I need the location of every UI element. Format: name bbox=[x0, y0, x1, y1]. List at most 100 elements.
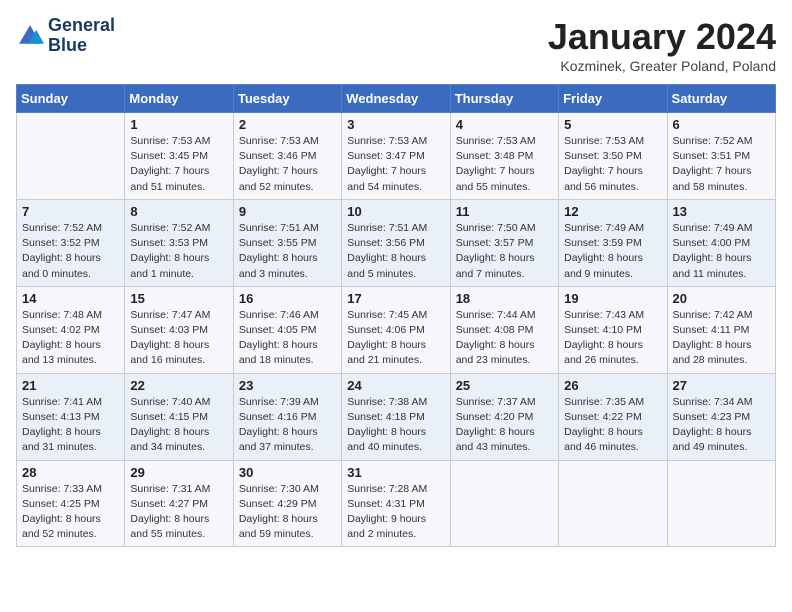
calendar-cell: 3Sunrise: 7:53 AM Sunset: 3:47 PM Daylig… bbox=[342, 113, 450, 200]
calendar-cell: 17 Sunrise: 7:45 AM Sunset: 4:06 PM Dayli… bbox=[342, 286, 450, 373]
day-number: 4 bbox=[456, 117, 553, 132]
day-number: 21 bbox=[22, 378, 119, 393]
day-info: Sunrise: 7:50 AM Sunset: 3:57 PM Dayligh… bbox=[456, 221, 553, 282]
day-number: 22 bbox=[130, 378, 227, 393]
day-info: Sunrise: 7:53 AM Sunset: 3:48 PM Dayligh… bbox=[456, 134, 553, 195]
calendar-cell: 29Sunrise: 7:31 AM Sunset: 4:27 PM Dayli… bbox=[125, 460, 233, 547]
day-info: Sunrise: 7:31 AM Sunset: 4:27 PM Dayligh… bbox=[130, 482, 227, 543]
column-header-friday: Friday bbox=[559, 85, 667, 113]
day-info: Sunrise: 7:52 AM Sunset: 3:53 PM Dayligh… bbox=[130, 221, 227, 282]
calendar-cell: 19Sunrise: 7:43 AM Sunset: 4:10 PM Dayli… bbox=[559, 286, 667, 373]
day-number: 7 bbox=[22, 204, 119, 219]
column-header-monday: Monday bbox=[125, 85, 233, 113]
calendar-week-row: 21 Sunrise: 7:41 AM Sunset: 4:13 PM Dayli… bbox=[17, 373, 776, 460]
title-block: January 2024 Kozminek, Greater Poland, P… bbox=[548, 16, 776, 74]
day-info: Sunrise: 7:39 AM Sunset: 4:16 PM Dayligh… bbox=[239, 395, 336, 456]
day-number: 23 bbox=[239, 378, 336, 393]
calendar-week-row: 14 Sunrise: 7:48 AM Sunset: 4:02 PM Dayli… bbox=[17, 286, 776, 373]
calendar-cell: 13 Sunrise: 7:49 AM Sunset: 4:00 PM Dayli… bbox=[667, 199, 775, 286]
header: General Blue January 2024 Kozminek, Grea… bbox=[16, 16, 776, 74]
day-info: Sunrise: 7:49 AM Sunset: 4:00 PM Dayligh… bbox=[673, 221, 770, 282]
day-info: Sunrise: 7:28 AM Sunset: 4:31 PM Dayligh… bbox=[347, 482, 444, 543]
calendar-cell bbox=[450, 460, 558, 547]
calendar-cell: 6 Sunrise: 7:52 AM Sunset: 3:51 PM Daylig… bbox=[667, 113, 775, 200]
day-info: Sunrise: 7:48 AM Sunset: 4:02 PM Dayligh… bbox=[22, 308, 119, 369]
day-number: 12 bbox=[564, 204, 661, 219]
calendar-cell: 5 Sunrise: 7:53 AM Sunset: 3:50 PM Daylig… bbox=[559, 113, 667, 200]
day-info: Sunrise: 7:44 AM Sunset: 4:08 PM Dayligh… bbox=[456, 308, 553, 369]
calendar-cell: 24 Sunrise: 7:38 AM Sunset: 4:18 PM Dayli… bbox=[342, 373, 450, 460]
calendar-cell: 1Sunrise: 7:53 AM Sunset: 3:45 PM Daylig… bbox=[125, 113, 233, 200]
day-number: 9 bbox=[239, 204, 336, 219]
day-info: Sunrise: 7:47 AM Sunset: 4:03 PM Dayligh… bbox=[130, 308, 227, 369]
calendar-cell bbox=[667, 460, 775, 547]
calendar-cell: 7Sunrise: 7:52 AM Sunset: 3:52 PM Daylig… bbox=[17, 199, 125, 286]
day-info: Sunrise: 7:52 AM Sunset: 3:51 PM Dayligh… bbox=[673, 134, 770, 195]
calendar-cell: 12 Sunrise: 7:49 AM Sunset: 3:59 PM Dayli… bbox=[559, 199, 667, 286]
day-number: 17 bbox=[347, 291, 444, 306]
column-header-sunday: Sunday bbox=[17, 85, 125, 113]
day-number: 1 bbox=[130, 117, 227, 132]
page-wrapper: General Blue January 2024 Kozminek, Grea… bbox=[16, 16, 776, 547]
column-header-saturday: Saturday bbox=[667, 85, 775, 113]
calendar-cell: 9 Sunrise: 7:51 AM Sunset: 3:55 PM Daylig… bbox=[233, 199, 341, 286]
day-info: Sunrise: 7:49 AM Sunset: 3:59 PM Dayligh… bbox=[564, 221, 661, 282]
day-info: Sunrise: 7:33 AM Sunset: 4:25 PM Dayligh… bbox=[22, 482, 119, 543]
calendar-cell: 15 Sunrise: 7:47 AM Sunset: 4:03 PM Dayli… bbox=[125, 286, 233, 373]
column-header-thursday: Thursday bbox=[450, 85, 558, 113]
calendar-cell: 21 Sunrise: 7:41 AM Sunset: 4:13 PM Dayli… bbox=[17, 373, 125, 460]
day-number: 10 bbox=[347, 204, 444, 219]
calendar-cell bbox=[559, 460, 667, 547]
day-info: Sunrise: 7:46 AM Sunset: 4:05 PM Dayligh… bbox=[239, 308, 336, 369]
calendar-cell: 8 Sunrise: 7:52 AM Sunset: 3:53 PM Daylig… bbox=[125, 199, 233, 286]
day-number: 15 bbox=[130, 291, 227, 306]
calendar-cell: 2 Sunrise: 7:53 AM Sunset: 3:46 PM Daylig… bbox=[233, 113, 341, 200]
day-info: Sunrise: 7:41 AM Sunset: 4:13 PM Dayligh… bbox=[22, 395, 119, 456]
day-number: 16 bbox=[239, 291, 336, 306]
calendar-cell: 10Sunrise: 7:51 AM Sunset: 3:56 PM Dayli… bbox=[342, 199, 450, 286]
calendar-cell: 30Sunrise: 7:30 AM Sunset: 4:29 PM Dayli… bbox=[233, 460, 341, 547]
calendar-cell: 11 Sunrise: 7:50 AM Sunset: 3:57 PM Dayli… bbox=[450, 199, 558, 286]
calendar-cell: 31Sunrise: 7:28 AM Sunset: 4:31 PM Dayli… bbox=[342, 460, 450, 547]
calendar-cell: 28 Sunrise: 7:33 AM Sunset: 4:25 PM Dayli… bbox=[17, 460, 125, 547]
calendar-cell: 25Sunrise: 7:37 AM Sunset: 4:20 PM Dayli… bbox=[450, 373, 558, 460]
calendar-cell: 22Sunrise: 7:40 AM Sunset: 4:15 PM Dayli… bbox=[125, 373, 233, 460]
day-number: 6 bbox=[673, 117, 770, 132]
day-info: Sunrise: 7:53 AM Sunset: 3:50 PM Dayligh… bbox=[564, 134, 661, 195]
day-info: Sunrise: 7:34 AM Sunset: 4:23 PM Dayligh… bbox=[673, 395, 770, 456]
day-number: 11 bbox=[456, 204, 553, 219]
day-info: Sunrise: 7:45 AM Sunset: 4:06 PM Dayligh… bbox=[347, 308, 444, 369]
day-number: 5 bbox=[564, 117, 661, 132]
day-info: Sunrise: 7:38 AM Sunset: 4:18 PM Dayligh… bbox=[347, 395, 444, 456]
day-number: 19 bbox=[564, 291, 661, 306]
day-number: 13 bbox=[673, 204, 770, 219]
calendar-cell: 18 Sunrise: 7:44 AM Sunset: 4:08 PM Dayli… bbox=[450, 286, 558, 373]
day-info: Sunrise: 7:30 AM Sunset: 4:29 PM Dayligh… bbox=[239, 482, 336, 543]
calendar-cell: 23 Sunrise: 7:39 AM Sunset: 4:16 PM Dayli… bbox=[233, 373, 341, 460]
day-number: 27 bbox=[673, 378, 770, 393]
calendar-cell bbox=[17, 113, 125, 200]
calendar-cell: 16 Sunrise: 7:46 AM Sunset: 4:05 PM Dayli… bbox=[233, 286, 341, 373]
day-info: Sunrise: 7:53 AM Sunset: 3:46 PM Dayligh… bbox=[239, 134, 336, 195]
logo: General Blue bbox=[16, 16, 115, 56]
day-number: 25 bbox=[456, 378, 553, 393]
calendar-week-row: 1Sunrise: 7:53 AM Sunset: 3:45 PM Daylig… bbox=[17, 113, 776, 200]
day-number: 28 bbox=[22, 465, 119, 480]
day-number: 26 bbox=[564, 378, 661, 393]
day-number: 8 bbox=[130, 204, 227, 219]
day-info: Sunrise: 7:51 AM Sunset: 3:55 PM Dayligh… bbox=[239, 221, 336, 282]
day-number: 18 bbox=[456, 291, 553, 306]
calendar-cell: 26 Sunrise: 7:35 AM Sunset: 4:22 PM Dayli… bbox=[559, 373, 667, 460]
day-number: 2 bbox=[239, 117, 336, 132]
day-number: 14 bbox=[22, 291, 119, 306]
column-header-tuesday: Tuesday bbox=[233, 85, 341, 113]
day-number: 20 bbox=[673, 291, 770, 306]
calendar-week-row: 28 Sunrise: 7:33 AM Sunset: 4:25 PM Dayli… bbox=[17, 460, 776, 547]
logo-icon bbox=[16, 22, 44, 50]
day-number: 24 bbox=[347, 378, 444, 393]
day-info: Sunrise: 7:53 AM Sunset: 3:47 PM Dayligh… bbox=[347, 134, 444, 195]
calendar-subtitle: Kozminek, Greater Poland, Poland bbox=[548, 58, 776, 74]
day-info: Sunrise: 7:35 AM Sunset: 4:22 PM Dayligh… bbox=[564, 395, 661, 456]
calendar-week-row: 7Sunrise: 7:52 AM Sunset: 3:52 PM Daylig… bbox=[17, 199, 776, 286]
calendar-cell: 27 Sunrise: 7:34 AM Sunset: 4:23 PM Dayli… bbox=[667, 373, 775, 460]
